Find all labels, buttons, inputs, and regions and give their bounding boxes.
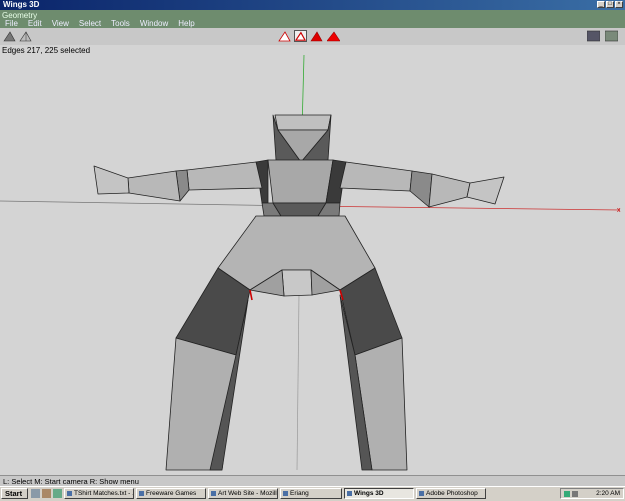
menu-file[interactable]: File xyxy=(0,19,23,28)
x-axis xyxy=(299,205,621,211)
negative-x-axis xyxy=(0,200,301,207)
taskbar: Start TShirt Matches.txt - ... Freeware … xyxy=(0,486,625,501)
chest[interactable] xyxy=(267,159,334,204)
ground-plane-icon[interactable] xyxy=(605,30,618,42)
task-art-web-site[interactable]: Art Web Site - Mozilla xyxy=(208,488,278,499)
status-text: L: Select M: Start camera R: Show menu xyxy=(3,477,139,486)
menu-select[interactable]: Select xyxy=(74,19,106,28)
perspective-view-icon[interactable] xyxy=(587,30,600,42)
viewport-3d[interactable]: x Edges 217, 225 selected xyxy=(0,45,625,475)
task-tshirt-matches[interactable]: TShirt Matches.txt - ... xyxy=(64,488,134,499)
waist-front[interactable] xyxy=(272,202,327,217)
task-eriang[interactable]: Eriang xyxy=(280,488,342,499)
volume-icon[interactable] xyxy=(572,491,578,497)
character-model[interactable] xyxy=(93,114,505,471)
elbow-right[interactable] xyxy=(409,170,433,208)
toolbar xyxy=(0,28,625,46)
task-wings-3d[interactable]: Wings 3D xyxy=(344,488,414,499)
system-tray: 2:20 AM xyxy=(560,488,624,499)
selection-info: Edges 217, 225 selected xyxy=(2,46,91,55)
crotch[interactable] xyxy=(281,269,313,297)
smooth-preview-icon[interactable] xyxy=(3,30,16,42)
quicklaunch-mail-icon[interactable] xyxy=(53,489,62,498)
forearm-left[interactable] xyxy=(127,170,181,202)
wireframe-icon[interactable] xyxy=(19,30,32,42)
selected-edge-left[interactable] xyxy=(249,289,253,301)
vertex-mode-icon[interactable] xyxy=(278,30,291,42)
start-button[interactable]: Start xyxy=(1,488,28,499)
minimize-button[interactable]: _ xyxy=(597,1,605,8)
x-axis-end-marker: x xyxy=(617,207,621,214)
face-mode-icon[interactable] xyxy=(310,30,323,42)
task-freeware-games[interactable]: Freeware Games xyxy=(136,488,206,499)
task-adobe-photoshop[interactable]: Adobe Photoshop xyxy=(416,488,486,499)
upper-arm-right[interactable] xyxy=(339,161,413,192)
close-button[interactable]: × xyxy=(615,1,623,8)
model-canvas[interactable]: x xyxy=(0,45,625,475)
quicklaunch-browser-icon[interactable] xyxy=(42,489,51,498)
body-mode-icon[interactable] xyxy=(327,30,340,42)
hand-left[interactable] xyxy=(93,165,130,195)
menu-list: File Edit View Select Tools Window Help xyxy=(0,19,200,28)
network-icon[interactable] xyxy=(564,491,570,497)
menu-bar: Geometry File Edit View Select Tools Win… xyxy=(0,10,625,28)
menu-view[interactable]: View xyxy=(47,19,74,28)
hand-right[interactable] xyxy=(466,176,505,205)
maximize-button[interactable]: □ xyxy=(606,1,614,8)
clock: 2:20 AM xyxy=(596,490,620,497)
menu-edit[interactable]: Edit xyxy=(23,19,47,28)
window-controls: _ □ × xyxy=(597,1,623,8)
head-top[interactable] xyxy=(274,114,332,131)
quicklaunch-desktop-icon[interactable] xyxy=(31,489,40,498)
forearm-right[interactable] xyxy=(428,173,471,208)
title-bar: Wings 3D _ □ × xyxy=(0,0,625,10)
menu-help[interactable]: Help xyxy=(173,19,199,28)
edge-mode-icon[interactable] xyxy=(294,30,307,42)
upper-arm-left[interactable] xyxy=(186,161,263,191)
menu-window[interactable]: Window xyxy=(135,19,173,28)
window-title: Wings 3D xyxy=(3,0,40,9)
menu-tools[interactable]: Tools xyxy=(106,19,135,28)
